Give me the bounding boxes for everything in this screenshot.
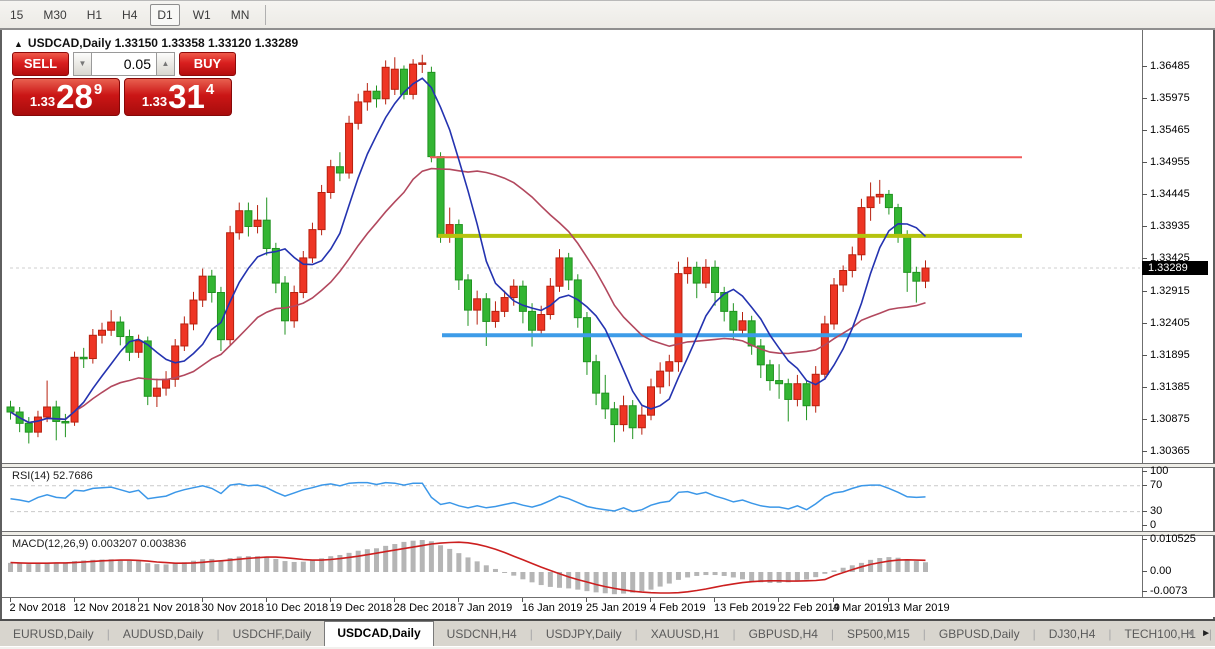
date-tick: 19 Dec 2018	[330, 598, 392, 614]
macd-level-tick: 0.010525	[1143, 533, 1196, 545]
price-tick: 1.36485	[1143, 60, 1190, 72]
date-tick: 22 Feb 2019	[778, 598, 840, 614]
macd-pane-separator[interactable]	[2, 531, 1215, 536]
tab-sp500-m15[interactable]: SP500,M15	[834, 623, 923, 645]
price-tick: 1.35975	[1143, 92, 1190, 104]
price-tick: 1.32915	[1143, 285, 1190, 297]
buy-price-tile[interactable]: 1.33 31 4	[124, 78, 232, 116]
tab-usdcnh-h4[interactable]: USDCNH,H4	[434, 623, 530, 645]
timeframe-button-mn[interactable]: MN	[224, 4, 257, 26]
buy-price-prefix: 1.33	[142, 94, 167, 109]
price-chart-plot[interactable]	[2, 30, 1215, 617]
price-tick: 1.30875	[1143, 413, 1190, 425]
price-tick: 1.34955	[1143, 156, 1190, 168]
timeframe-button-w1[interactable]: W1	[186, 4, 218, 26]
tab-xauusd-h1[interactable]: XAUUSD,H1	[638, 623, 733, 645]
price-tick: 1.33935	[1143, 220, 1190, 232]
tab-eurusd-daily[interactable]: EURUSD,Daily	[0, 623, 107, 645]
price-tick: 1.31895	[1143, 349, 1190, 361]
volume-decrease-button[interactable]: ▼	[73, 52, 92, 76]
tab-gbpusd-h4[interactable]: GBPUSD,H4	[736, 623, 831, 645]
chart-title: USDCAD,Daily 1.33150 1.33358 1.33120 1.3…	[28, 36, 298, 50]
tab-audusd-daily[interactable]: AUDUSD,Daily	[110, 623, 217, 645]
macd-level-tick: 0.00	[1143, 565, 1171, 577]
tab-scroll-left-icon[interactable]: ◄	[1185, 626, 1195, 642]
date-tick: 7 Jan 2019	[458, 598, 512, 614]
date-tick: 16 Jan 2019	[522, 598, 583, 614]
price-axis[interactable]: 1.36485 1.35975 1.35465 1.34955 1.34445 1.339…	[1143, 30, 1209, 597]
date-tick: 4 Mar 2019	[833, 598, 889, 614]
tab-dj30-h4[interactable]: DJ30,H4	[1036, 623, 1109, 645]
tab-gbpusd-daily[interactable]: GBPUSD,Daily	[926, 623, 1033, 645]
volume-input[interactable]	[92, 52, 156, 76]
buy-price-sup: 4	[206, 81, 214, 98]
price-tick: 1.34445	[1143, 188, 1190, 200]
rsi-level-tick: 30	[1143, 505, 1162, 517]
timeframe-button-h1[interactable]: H1	[80, 4, 109, 26]
macd-label: MACD(12,26,9) 0.003207 0.003836	[12, 538, 186, 550]
date-tick: 30 Nov 2018	[202, 598, 264, 614]
price-tick: 1.32405	[1143, 317, 1190, 329]
rsi-pane-separator[interactable]	[2, 463, 1215, 468]
date-tick: 13 Feb 2019	[714, 598, 776, 614]
chart-header: ▲ USDCAD,Daily 1.33150 1.33358 1.33120 1.…	[14, 36, 298, 50]
rsi-level-tick: 0	[1143, 519, 1156, 531]
timeframe-button-h4[interactable]: H4	[115, 4, 144, 26]
date-tick: 4 Feb 2019	[650, 598, 706, 614]
volume-increase-button[interactable]: ▲	[156, 52, 175, 76]
sell-price-big: 28	[56, 82, 93, 112]
price-tick: 1.31385	[1143, 381, 1190, 393]
sell-price-tile[interactable]: 1.33 28 9	[12, 78, 120, 116]
tab-usdcad-daily[interactable]: USDCAD,Daily	[324, 621, 433, 646]
tab-scroll-right-icon[interactable]: ►	[1201, 626, 1211, 642]
date-tick: 28 Dec 2018	[394, 598, 456, 614]
mt4-terminal: 15 M30 H1 H4 D1 W1 MN ▲ USDCAD,Daily 1.33150 1.…	[0, 0, 1215, 649]
macd-level-tick: -0.0073	[1143, 585, 1187, 597]
buy-price-big: 31	[168, 82, 205, 112]
date-tick: 25 Jan 2019	[586, 598, 647, 614]
timeframe-button-m30[interactable]: M30	[36, 4, 73, 26]
sell-price-sup: 9	[94, 81, 102, 98]
chart-window: ▲ USDCAD,Daily 1.33150 1.33358 1.33120 1.…	[0, 30, 1215, 619]
timeframe-button-15[interactable]: 15	[3, 4, 30, 26]
date-tick: 13 Mar 2019	[888, 598, 950, 614]
rsi-level-tick: 70	[1143, 479, 1162, 491]
rsi-level-tick: 100	[1143, 465, 1168, 477]
collapse-triangle-icon[interactable]: ▲	[14, 39, 23, 49]
date-axis[interactable]: 2 Nov 2018 12 Nov 201821 Nov 201830 Nov 2…	[2, 597, 1215, 617]
timeframe-button-d1[interactable]: D1	[150, 4, 179, 26]
toolbar-separator	[265, 5, 266, 25]
buy-button[interactable]: BUY	[179, 52, 236, 76]
price-tick: 1.30365	[1143, 445, 1190, 457]
price-tick: 1.35465	[1143, 124, 1190, 136]
date-tick: 21 Nov 2018	[138, 598, 200, 614]
tab-usdjpy-daily[interactable]: USDJPY,Daily	[533, 623, 635, 645]
one-click-trading-panel: SELL ▼ ▲ BUY 1.33 28 9 1.33 31 4	[12, 52, 236, 116]
date-tick: 12 Nov 2018	[74, 598, 136, 614]
date-tick: 10 Dec 2018	[266, 598, 328, 614]
date-tick: 2 Nov 2018	[10, 598, 66, 614]
tab-usdchf-daily[interactable]: USDCHF,Daily	[220, 623, 325, 645]
rsi-label: RSI(14) 52.7686	[12, 470, 93, 482]
sell-price-prefix: 1.33	[30, 94, 55, 109]
current-price-tag: 1.33289	[1142, 261, 1208, 275]
sell-button[interactable]: SELL	[12, 52, 69, 76]
chart-tab-bar: EURUSD,Daily|AUDUSD,Daily|USDCHF,DailyUS…	[0, 619, 1215, 646]
timeframe-toolbar: 15 M30 H1 H4 D1 W1 MN	[0, 0, 1215, 30]
